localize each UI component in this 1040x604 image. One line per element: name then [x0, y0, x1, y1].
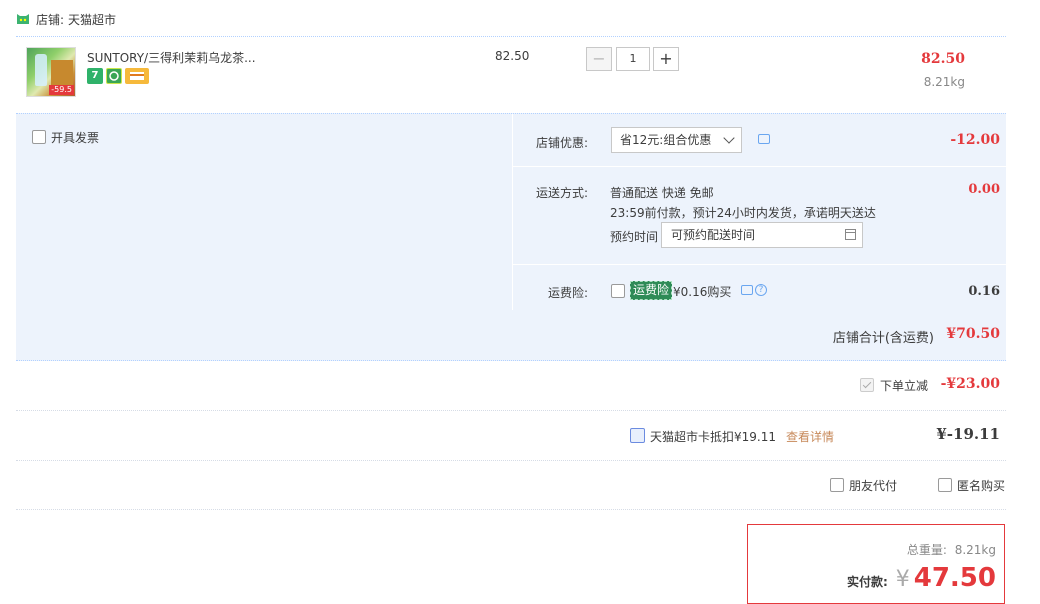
insurance-help-icons: ?	[741, 284, 767, 296]
actual-payment: 实付款: ¥ 47.50	[847, 563, 996, 593]
insurance-price: ¥0.16购买	[673, 285, 732, 299]
insurance-checkbox[interactable]	[611, 284, 625, 298]
divider	[512, 166, 1006, 167]
shop-total-amount: ¥70.50	[946, 326, 1000, 342]
friend-pay-checkbox[interactable]	[830, 478, 844, 492]
calendar-icon	[845, 229, 856, 240]
unit-price: 82.50	[495, 49, 530, 63]
quantity-decrease-button[interactable]: −	[586, 47, 612, 71]
quantity-input[interactable]: 1	[616, 47, 650, 71]
insurance-label: 运费险:	[547, 286, 588, 300]
actual-payment-label: 实付款:	[846, 575, 888, 589]
schedule-time-placeholder: 可预约配送时间	[671, 228, 756, 242]
message-icon[interactable]	[741, 285, 753, 295]
shop-header: 店铺: 天猫超市	[16, 8, 116, 30]
cart-item-row: -59.5 SUNTORY/三得利茉莉乌龙茶... 7 82.50 − 1 + …	[16, 36, 1006, 113]
currency-symbol: ¥	[895, 567, 910, 592]
bottle-graphic	[35, 54, 47, 86]
product-title[interactable]: SUNTORY/三得利茉莉乌龙茶...	[87, 49, 256, 66]
view-details-link[interactable]: 查看详情	[786, 428, 834, 445]
order-options-panel: 开具发票 店铺优惠: 省12元:组合优惠 -12.00 运送方式: 普通配送 快…	[16, 113, 1006, 310]
schedule-time-input[interactable]: 可预约配送时间	[661, 222, 863, 248]
thumbnail-price-tag: -59.5	[49, 85, 74, 95]
shop-label: 店铺:	[36, 12, 65, 27]
product-badges: 7	[87, 68, 149, 84]
friend-pay-label: 朋友代付	[849, 479, 898, 493]
shop-discount-label: 店铺优惠:	[535, 136, 588, 150]
shop-total-row: 店铺合计(含运费) ¥70.50	[16, 310, 1006, 361]
instant-discount-label: 下单立减	[880, 379, 929, 393]
chevron-down-icon	[723, 132, 735, 144]
guarantee-icon	[106, 68, 122, 84]
shop-total-label: 店铺合计(含运费)	[832, 331, 934, 346]
schedule-label: 预约时间	[610, 230, 659, 244]
tmall-cat-icon	[17, 14, 29, 24]
tmall-card-checkbox[interactable]	[630, 428, 645, 443]
anonymous-purchase-checkbox[interactable]	[938, 478, 952, 492]
insurance-amount: 0.16	[968, 284, 1000, 299]
seven-day-return-icon: 7	[87, 68, 103, 84]
shipping-label: 运送方式:	[535, 186, 588, 200]
tmall-card-amount: ¥-19.11	[936, 425, 1000, 443]
invoice-checkbox[interactable]	[32, 130, 46, 144]
instant-discount-amount: -¥23.00	[940, 376, 1000, 392]
help-icon[interactable]: ?	[755, 284, 767, 296]
insurance-tag: 运费险	[630, 281, 673, 300]
card-payment-icon	[125, 68, 149, 84]
divider	[16, 460, 1006, 461]
shipping-promise: 23:59前付款，预计24小时内发货，承诺明天送达	[610, 206, 876, 220]
total-weight-value: 8.21kg	[954, 543, 996, 557]
promo-select[interactable]: 省12元:组合优惠	[611, 127, 742, 153]
invoice-label: 开具发票	[51, 131, 100, 145]
payment-summary-box: 总重量: 8.21kg 实付款: ¥ 47.50	[747, 524, 1005, 604]
instant-discount-checkbox[interactable]	[860, 378, 874, 392]
quantity-increase-button[interactable]: +	[653, 47, 679, 71]
tmall-card-label: 天猫超市卡抵扣¥19.11	[650, 430, 776, 444]
shipping-amount: 0.00	[968, 182, 1000, 197]
actual-payment-amount: 47.50	[913, 563, 996, 593]
promo-select-value: 省12元:组合优惠	[620, 133, 712, 147]
divider	[16, 410, 1006, 411]
divider	[512, 264, 1006, 265]
shop-name[interactable]: 天猫超市	[68, 11, 116, 28]
item-total-price: 82.50	[921, 51, 965, 67]
product-thumbnail[interactable]: -59.5	[26, 47, 76, 97]
shop-discount-amount: -12.00	[950, 132, 1000, 148]
total-weight-label: 总重量:	[906, 543, 947, 557]
shipping-method: 普通配送 快递 免邮	[610, 186, 714, 200]
total-weight: 总重量: 8.21kg	[907, 541, 996, 558]
divider	[16, 509, 1006, 510]
box-graphic	[51, 60, 73, 86]
invoice-panel: 开具发票	[16, 114, 513, 310]
item-weight: 8.21kg	[923, 75, 965, 89]
anonymous-purchase-label: 匿名购买	[957, 479, 1006, 493]
quantity-stepper: − 1 +	[586, 47, 679, 71]
message-icon[interactable]	[758, 134, 770, 144]
